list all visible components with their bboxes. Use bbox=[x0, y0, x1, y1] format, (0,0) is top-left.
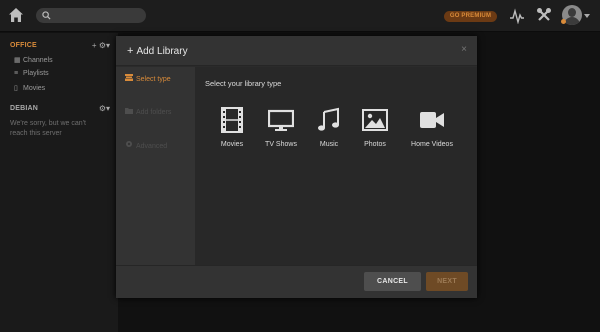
cancel-button[interactable]: CANCEL bbox=[364, 272, 421, 291]
library-type-movies[interactable]: Movies bbox=[219, 107, 245, 148]
go-premium-button[interactable]: GO PREMIUM bbox=[444, 11, 497, 22]
sidebar-item-playlists[interactable]: ≡ Playlists bbox=[14, 70, 49, 77]
library-type-label: Music bbox=[319, 141, 339, 148]
library-type-music[interactable]: Music bbox=[314, 107, 344, 148]
video-camera-icon bbox=[420, 112, 444, 128]
library-type-home-videos[interactable]: Home Videos bbox=[408, 107, 456, 148]
dialog-body: Select your library type Movies TV Shows bbox=[195, 67, 477, 265]
notification-badge bbox=[561, 19, 566, 24]
add-library-dialog: + Add Library × Select type Add folders A… bbox=[116, 36, 477, 298]
home-icon[interactable] bbox=[8, 7, 24, 23]
grid-icon: ▦ bbox=[14, 57, 21, 64]
step-select-type[interactable]: Select type bbox=[125, 74, 171, 83]
sidebar-item-label: Channels bbox=[23, 57, 53, 64]
dialog-title: + Add Library bbox=[127, 45, 188, 57]
music-icon bbox=[318, 107, 339, 131]
folder-icon bbox=[125, 107, 134, 116]
server-heading-debian[interactable]: DEBIAN bbox=[10, 105, 38, 112]
library-type-label: TV Shows bbox=[265, 141, 297, 148]
film-icon: ▯ bbox=[14, 85, 18, 92]
wizard-steps: Select type Add folders Advanced bbox=[116, 67, 195, 265]
step-advanced: Advanced bbox=[125, 140, 167, 150]
list-icon: ≡ bbox=[14, 70, 19, 77]
gear-icon bbox=[125, 140, 134, 150]
search-icon bbox=[42, 11, 51, 20]
library-type-prompt: Select your library type bbox=[205, 79, 282, 88]
library-type-label: Movies bbox=[220, 141, 244, 148]
chevron-down-icon[interactable] bbox=[584, 14, 590, 18]
gear-icon[interactable]: ⚙▾ bbox=[99, 104, 110, 113]
activity-icon[interactable] bbox=[509, 8, 525, 24]
server-error-message: We're sorry, but we can't reach this ser… bbox=[10, 120, 86, 137]
library-type-label: Photos bbox=[364, 141, 386, 148]
sidebar-item-channels[interactable]: ▦ Channels bbox=[14, 56, 53, 64]
photo-icon bbox=[362, 109, 388, 131]
film-icon bbox=[221, 107, 243, 133]
library-type-tv-shows[interactable]: TV Shows bbox=[265, 107, 297, 148]
library-type-photos[interactable]: Photos bbox=[361, 107, 389, 148]
dialog-header: + Add Library × bbox=[116, 36, 477, 66]
sidebar-item-label: Movies bbox=[23, 85, 46, 92]
sidebar-item-movies[interactable]: ▯ Movies bbox=[14, 84, 45, 92]
add-icon[interactable]: + bbox=[92, 41, 97, 50]
close-icon[interactable]: × bbox=[461, 44, 467, 55]
gear-icon[interactable]: ⚙▾ bbox=[99, 41, 110, 50]
search-input[interactable] bbox=[36, 8, 146, 23]
dialog-footer: CANCEL NEXT bbox=[116, 265, 477, 298]
tv-icon bbox=[268, 109, 294, 131]
next-button[interactable]: NEXT bbox=[426, 272, 468, 291]
plus-icon: + bbox=[127, 45, 134, 57]
wrench-icon[interactable] bbox=[536, 7, 552, 23]
sidebar-item-label: Playlists bbox=[23, 70, 49, 77]
server-heading-office[interactable]: OFFICE bbox=[10, 42, 37, 49]
server-actions-debian[interactable]: ⚙▾ bbox=[99, 104, 110, 113]
top-bar: GO PREMIUM bbox=[0, 0, 600, 32]
sidebar: OFFICE + ⚙▾ ▦ Channels ≡ Playlists ▯ Movies… bbox=[0, 33, 118, 332]
library-icon bbox=[125, 74, 134, 83]
step-add-folders: Add folders bbox=[125, 107, 171, 116]
library-type-label: Home Videos bbox=[411, 141, 453, 148]
server-actions-office[interactable]: + ⚙▾ bbox=[92, 41, 110, 50]
